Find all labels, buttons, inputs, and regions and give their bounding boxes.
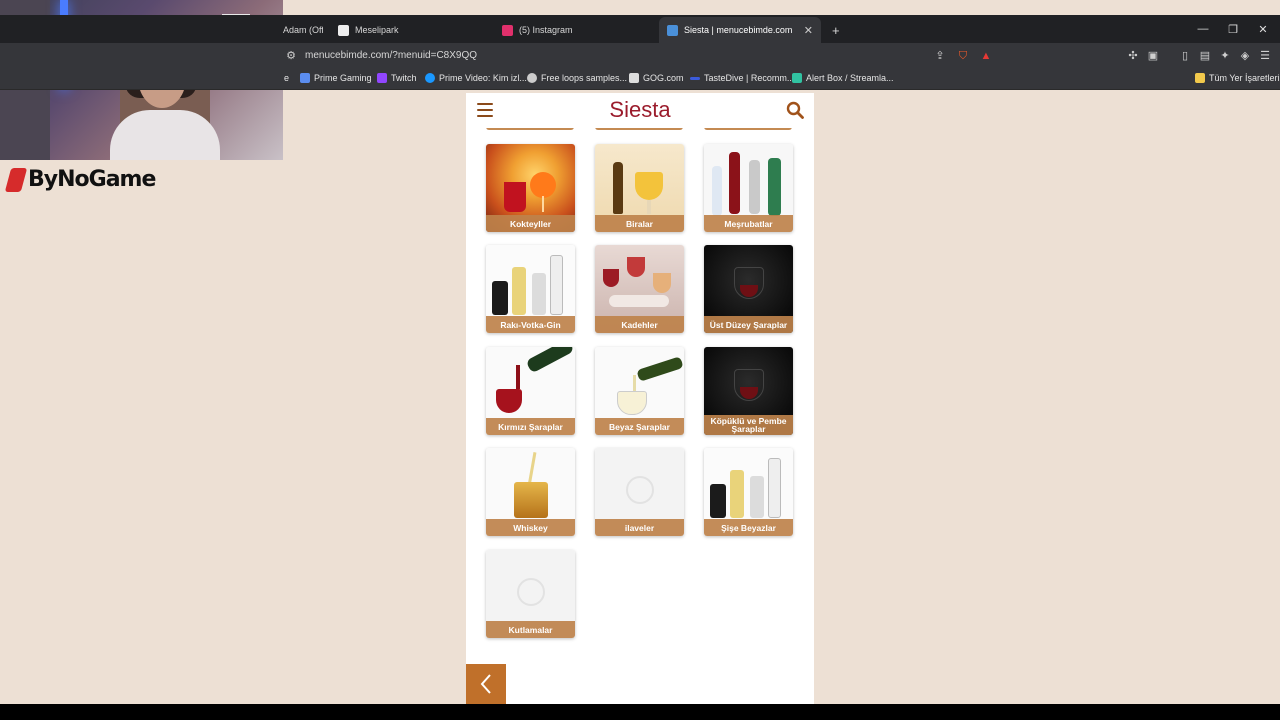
category-label: Kırmızı Şaraplar — [486, 418, 575, 435]
category-label: Kadehler — [595, 316, 684, 333]
category-label: Üst Düzey Şaraplar — [704, 316, 793, 333]
category-label: Köpüklü ve Pembe Şaraplar — [704, 415, 793, 435]
category-label: Kokteyller — [486, 215, 575, 232]
close-window-icon[interactable]: ✕ — [1248, 15, 1278, 43]
category-tile[interactable]: Kutlamalar — [486, 550, 575, 638]
instagram-icon — [502, 24, 513, 36]
stream-brand: ByNoGame — [4, 167, 156, 192]
category-tile[interactable]: Şişe Beyazlar — [704, 448, 793, 536]
brand-name: ByNoGame — [28, 167, 156, 192]
wallet-2-icon[interactable]: ▤ — [1198, 49, 1212, 63]
bookmark-tastedive[interactable]: TasteDive | Recomm... — [690, 73, 794, 83]
category-tile[interactable]: Rakı-Votka-Gin — [486, 245, 575, 333]
bookmark-partial[interactable]: e — [284, 73, 289, 83]
category-label: Biralar — [595, 215, 684, 232]
tab-favicon-icon — [338, 24, 349, 36]
chevron-left-icon — [480, 674, 491, 694]
category-tile[interactable]: Kırmızı Şaraplar — [486, 347, 575, 435]
prime-video-icon — [425, 73, 435, 83]
menu-icon[interactable]: ☰ — [1258, 49, 1272, 63]
category-label: Şişe Beyazlar — [704, 519, 793, 536]
tab-title: Adam (Offi — [283, 25, 323, 35]
bookmark-alert-box[interactable]: Alert Box / Streamla... — [792, 73, 894, 83]
back-button[interactable] — [466, 664, 506, 704]
vpn-icon[interactable]: ◈ — [1238, 49, 1252, 63]
category-label: Beyaz Şaraplar — [595, 418, 684, 435]
bookmark-gog[interactable]: GOG.com — [629, 73, 684, 83]
category-tile[interactable]: Whiskey — [486, 448, 575, 536]
taskbar-edge — [0, 704, 1280, 720]
tab-strip: Adam (Offi Meselipark (5) Instagram Sies… — [0, 15, 1280, 43]
new-tab-button[interactable]: + — [824, 17, 844, 43]
gog-icon — [629, 73, 639, 83]
bookmark-prime-video[interactable]: Prime Video: Kim izl... — [425, 73, 527, 83]
tab-3[interactable]: (5) Instagram — [494, 17, 654, 43]
brave-shield-icon[interactable]: ⛉ — [956, 49, 970, 63]
url-field[interactable]: menucebimde.com/?menuid=C8X9QQ — [305, 50, 477, 61]
bookmark-twitch[interactable]: Twitch — [377, 73, 417, 83]
category-tile[interactable]: Biralar — [595, 144, 684, 232]
site-settings-icon[interactable]: ⚙ — [284, 49, 298, 63]
bookmark-prime-gaming[interactable]: Prime Gaming — [300, 73, 372, 83]
category-label: Kutlamalar — [486, 621, 575, 638]
category-tile[interactable]: Kadehler — [595, 245, 684, 333]
tab-title: Siesta | menucebimde.com — [684, 25, 793, 35]
tab-title: (5) Instagram — [519, 25, 573, 35]
leo-ai-icon[interactable]: ✦ — [1218, 49, 1232, 63]
share-icon[interactable]: ⇪ — [933, 49, 947, 63]
category-tile[interactable]: Üst Düzey Şaraplar — [704, 245, 793, 333]
all-bookmarks[interactable]: Tüm Yer İşaretleri — [1195, 73, 1280, 83]
close-tab-icon[interactable]: ✕ — [804, 24, 813, 37]
brand-logo-icon — [4, 167, 28, 192]
category-tile[interactable]: Kokteyller — [486, 144, 575, 232]
folder-icon — [1195, 73, 1205, 83]
tab-title: Meselipark — [355, 25, 399, 35]
tastedive-icon — [690, 76, 700, 80]
category-tile[interactable]: Meşrubatlar — [704, 144, 793, 232]
category-label: Rakı-Votka-Gin — [486, 316, 575, 333]
bookmark-free-loops[interactable]: Free loops samples... — [527, 73, 627, 83]
address-bar: ⚙ menucebimde.com/?menuid=C8X9QQ ⇪ ⛉ ▲ ✣… — [0, 43, 1280, 69]
extensions-icon[interactable]: ✣ — [1126, 49, 1140, 63]
category-tile[interactable]: Köpüklü ve Pembe Şaraplar — [704, 347, 793, 435]
bookmarks-bar: e Prime Gaming Twitch Prime Video: Kim i… — [0, 69, 1280, 90]
wallet-icon[interactable]: ▣ — [1146, 49, 1160, 63]
category-tile[interactable]: ilaveler — [595, 448, 684, 536]
minimize-icon[interactable]: — — [1188, 15, 1218, 43]
tab-1[interactable]: Adam (Offi — [283, 17, 323, 43]
category-tile[interactable]: Beyaz Şaraplar — [595, 347, 684, 435]
category-label: ilaveler — [595, 519, 684, 536]
prime-gaming-icon — [300, 73, 310, 83]
screen: ByNoGame Adam (Offi Meselipark (5) Insta… — [0, 0, 1280, 720]
sidebar-icon[interactable]: ▯ — [1178, 49, 1192, 63]
restore-icon[interactable]: ❐ — [1218, 15, 1248, 43]
twitch-icon — [377, 73, 387, 83]
menu-site: Siesta Kokteyller Biralar Meşrubatlar Rakı-… — [466, 93, 814, 704]
search-icon[interactable] — [786, 101, 804, 119]
category-label: Whiskey — [486, 519, 575, 536]
tab-active[interactable]: Siesta | menucebimde.com ✕ — [659, 17, 821, 43]
site-logo: Siesta — [609, 97, 671, 122]
category-label: Meşrubatlar — [704, 215, 793, 232]
brave-rewards-icon[interactable]: ▲ — [979, 49, 993, 63]
tab-2[interactable]: Meselipark — [330, 17, 490, 43]
tab-favicon-icon — [667, 24, 678, 36]
streamlabs-icon — [792, 73, 802, 83]
site-header: Siesta — [466, 93, 814, 128]
loops-icon — [527, 73, 537, 83]
